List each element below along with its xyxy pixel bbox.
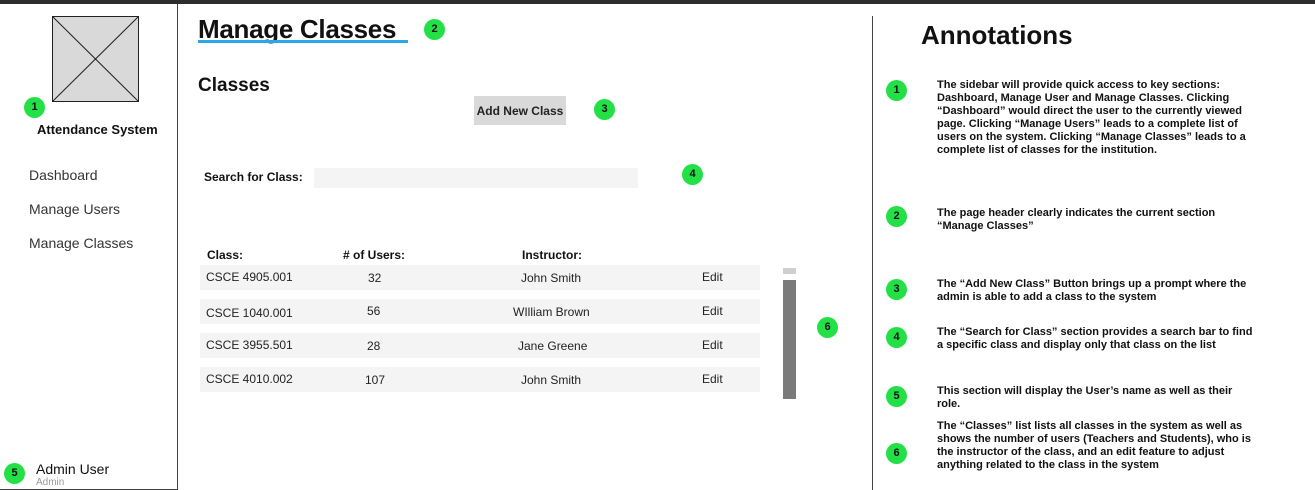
annotation-text-2: The page header clearly indicates the cu… xyxy=(937,207,1216,232)
add-new-class-button[interactable]: Add New Class xyxy=(474,96,566,125)
annotation-badge-6: 6 xyxy=(817,317,838,338)
sidebar: Attendance System Dashboard Manage Users… xyxy=(0,4,178,490)
section-title: Classes xyxy=(198,75,270,96)
search-label: Search for Class: xyxy=(204,170,303,184)
table-row: CSCE 3955.501 28 Jane Greene Edit xyxy=(200,333,760,358)
edit-button[interactable]: Edit xyxy=(702,338,723,352)
annotation-badge-2: 2 xyxy=(886,206,907,227)
annotation-text-6: The “Classes” list lists all classes in … xyxy=(937,420,1251,471)
table-row: CSCE 1040.001 56 WIlliam Brown Edit xyxy=(200,299,760,324)
edit-button[interactable]: Edit xyxy=(702,304,723,318)
page-title-underline xyxy=(198,40,408,43)
class-cell: CSCE 4905.001 xyxy=(206,270,293,284)
class-cell: CSCE 1040.001 xyxy=(206,306,293,320)
user-role: Admin xyxy=(36,477,65,488)
class-cell: CSCE 4010.002 xyxy=(206,372,293,386)
annotation-badge-4: 4 xyxy=(682,164,703,185)
annotation-badge-5: 5 xyxy=(4,463,25,484)
users-cell: 107 xyxy=(365,373,386,387)
annotation-badge-1: 1 xyxy=(886,80,907,101)
sidebar-item-manage-users[interactable]: Manage Users xyxy=(29,201,120,217)
scrollbar-gap xyxy=(783,274,796,280)
instructor-cell: Jane Greene xyxy=(518,339,588,353)
annotation-text-3: The “Add New Class” Button brings up a p… xyxy=(937,278,1247,303)
class-cell: CSCE 3955.501 xyxy=(206,338,293,352)
table-row: CSCE 4010.002 107 John Smith Edit xyxy=(200,367,760,392)
annotation-text-1: The sidebar will provide quick access to… xyxy=(937,79,1246,156)
column-header-users: # of Users: xyxy=(343,248,406,262)
column-header-class: Class: xyxy=(207,248,244,262)
annotation-badge-6: 6 xyxy=(886,443,907,464)
table-row: CSCE 4905.001 32 John Smith Edit xyxy=(200,265,760,290)
search-input[interactable] xyxy=(314,168,638,188)
edit-button[interactable]: Edit xyxy=(702,270,723,284)
users-cell: 32 xyxy=(368,271,382,285)
users-cell: 28 xyxy=(367,339,381,353)
user-name: Admin User xyxy=(36,461,110,477)
image-placeholder-icon xyxy=(52,16,139,102)
table-scrollbar[interactable] xyxy=(783,268,796,399)
annotation-badge-3: 3 xyxy=(594,99,615,120)
annotations-divider xyxy=(872,16,873,490)
annotation-badge-5: 5 xyxy=(886,386,907,407)
instructor-cell: WIlliam Brown xyxy=(513,305,590,319)
annotation-text-5: This section will display the User’s nam… xyxy=(937,385,1233,410)
annotation-badge-3: 3 xyxy=(886,279,907,300)
edit-button[interactable]: Edit xyxy=(702,372,723,386)
annotation-badge-4: 4 xyxy=(886,327,907,348)
users-cell: 56 xyxy=(367,304,381,318)
column-header-instructor: Instructor: xyxy=(522,248,582,262)
app-title: Attendance System xyxy=(37,122,158,137)
window-top-bar xyxy=(0,0,1315,4)
annotation-text-4: The “Search for Class” section provides … xyxy=(937,326,1253,351)
sidebar-item-dashboard[interactable]: Dashboard xyxy=(29,167,98,183)
instructor-cell: John Smith xyxy=(521,373,582,387)
annotation-badge-2: 2 xyxy=(424,19,445,40)
annotations-title: Annotations xyxy=(921,20,1073,50)
instructor-cell: John Smith xyxy=(521,271,582,285)
sidebar-item-manage-classes[interactable]: Manage Classes xyxy=(29,235,133,251)
annotation-badge-1: 1 xyxy=(24,97,45,118)
